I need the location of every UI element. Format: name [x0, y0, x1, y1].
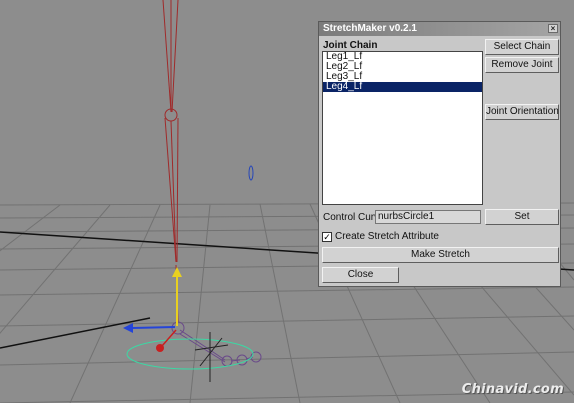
set-curve-button[interactable]: Set	[485, 209, 559, 225]
stretch-attribute-checkbox[interactable]: ✓	[322, 232, 332, 242]
watermark-text: Chinavid.com	[461, 382, 564, 397]
control-curve-field[interactable]: nurbsCircle1	[375, 210, 481, 224]
make-stretch-button[interactable]: Make Stretch	[322, 247, 559, 263]
joint-list-item-selected[interactable]: Leg4_Lf	[323, 82, 482, 92]
remove-joint-button[interactable]: Remove Joint	[485, 57, 559, 73]
stretchmaker-window: StretchMaker v0.2.1 × Joint Chain Leg1_L…	[318, 21, 561, 287]
joint-chain-list[interactable]: Leg1_Lf Leg2_Lf Leg3_Lf Leg4_Lf	[322, 51, 483, 205]
joint-orientation-button[interactable]: Joint Orientation	[485, 104, 559, 120]
window-close-button[interactable]: ×	[548, 24, 558, 33]
stretch-attribute-label: Create Stretch Attribute	[335, 231, 439, 242]
close-button[interactable]: Close	[322, 267, 399, 283]
select-chain-button[interactable]: Select Chain	[485, 39, 559, 55]
joint-chain-label: Joint Chain	[323, 40, 378, 51]
window-title: StretchMaker v0.2.1	[323, 23, 417, 34]
window-titlebar[interactable]: StretchMaker v0.2.1 ×	[319, 22, 560, 36]
